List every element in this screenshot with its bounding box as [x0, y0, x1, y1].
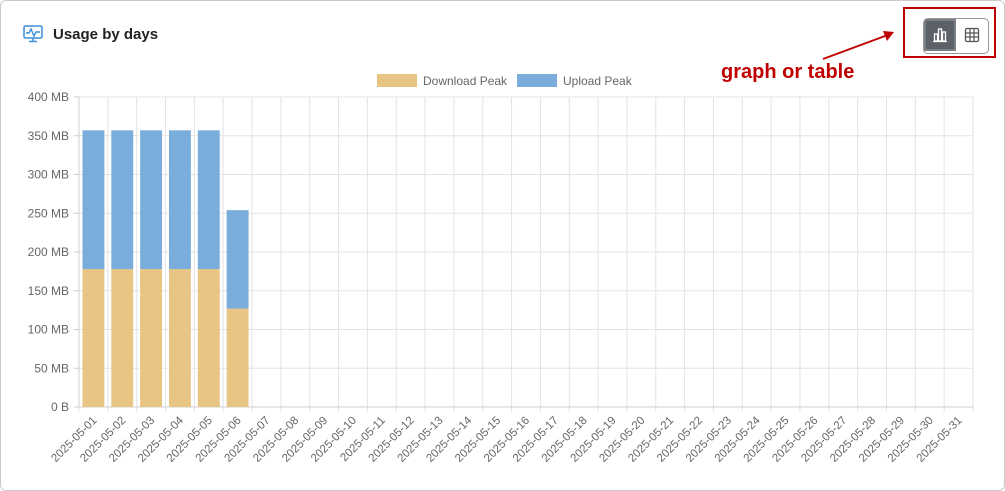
y-tick-label: 250 MB	[28, 206, 69, 220]
download-peak-bar	[197, 269, 220, 407]
download-peak-bar	[111, 269, 134, 407]
bar-chart-icon	[933, 28, 947, 43]
view-toggle	[923, 18, 989, 54]
upload-peak-bar	[82, 130, 105, 270]
y-tick-label: 150 MB	[28, 284, 69, 298]
upload-peak-bar	[111, 130, 134, 270]
upload-peak-bar	[197, 130, 220, 270]
y-tick-label: 350 MB	[28, 129, 69, 143]
download-peak-bar	[140, 269, 163, 407]
annotation-label: graph or table	[721, 61, 855, 83]
y-tick-label: 0 B	[51, 400, 69, 414]
legend-swatch	[377, 74, 417, 87]
y-tick-label: 200 MB	[28, 245, 69, 259]
legend-label: Download Peak	[423, 74, 508, 88]
y-tick-label: 50 MB	[34, 361, 69, 375]
upload-peak-bar	[168, 130, 191, 270]
y-tick-label: 100 MB	[28, 323, 69, 337]
table-view-button[interactable]	[956, 19, 988, 51]
y-tick-label: 400 MB	[28, 90, 69, 104]
y-tick-label: 300 MB	[28, 168, 69, 182]
usage-card: Usage by days 0 B 50 MB 100 MB 150 MB 200 MB…	[0, 0, 1005, 491]
upload-peak-bar	[226, 210, 249, 309]
download-peak-bar	[226, 308, 249, 407]
legend-swatch	[517, 74, 557, 87]
download-peak-bar	[168, 269, 191, 407]
legend-label: Upload Peak	[563, 74, 633, 88]
table-grid-icon	[964, 27, 980, 43]
download-peak-bar	[82, 269, 105, 407]
annotation-highlight-box	[903, 7, 996, 58]
graph-view-button[interactable]	[924, 19, 956, 51]
upload-peak-bar	[140, 130, 163, 270]
